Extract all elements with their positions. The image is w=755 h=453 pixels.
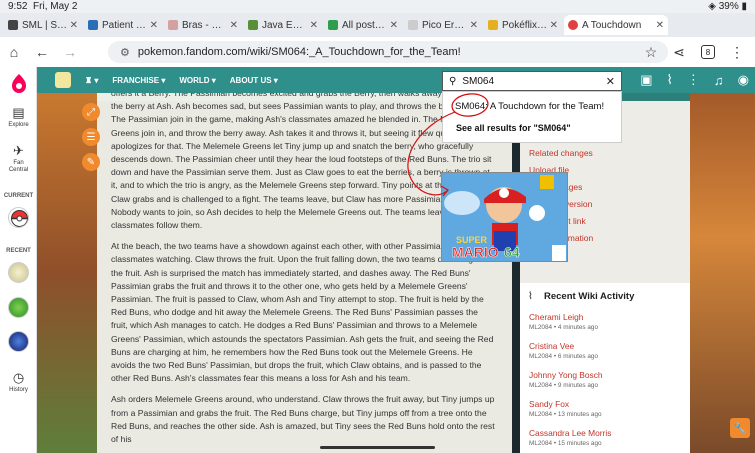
svg-text:MARIO: MARIO <box>452 244 499 260</box>
search-icon: ⚲ <box>449 75 457 87</box>
battery-level: ◈ 39% ▮ <box>708 1 747 12</box>
header-actions: ▣ ⌇ ⋮ ♫ ◉ <box>626 67 749 93</box>
status-time: 9:52 Fri, May 2 <box>8 1 78 12</box>
bookmark-icon[interactable]: ☆ <box>637 44 665 61</box>
recent-section-label: RECENT <box>6 248 31 254</box>
history-icon: ◷ <box>12 370 25 385</box>
forward-icon[interactable]: → <box>56 44 84 60</box>
activity-entry[interactable]: Cristina Vee ML2084 • 6 minutes ago <box>529 341 598 360</box>
search-input[interactable]: SM064 <box>462 76 494 87</box>
activity-entry[interactable]: Cherami Leigh ML2084 • 4 minutes ago <box>529 312 598 331</box>
wiki-header: ♜ ▾ FRANCHISE ▾ WORLD ▾ ABOUT US ▾ ▣ ⌇ ⋮… <box>37 67 755 93</box>
wiki-nav: ♜ ▾ FRANCHISE ▾ WORLD ▾ ABOUT US ▾ <box>85 67 292 93</box>
fandom-logo-icon[interactable] <box>10 73 28 93</box>
favicon-icon <box>408 20 418 30</box>
address-bar[interactable]: ⚙ pokemon.fandom.com/wiki/SM064:_A_Touch… <box>108 41 668 63</box>
nav-about[interactable]: ABOUT US ▾ <box>230 76 278 85</box>
notifications-icon[interactable]: ♫ <box>714 73 724 88</box>
browser-tab[interactable]: Pokéflix - Wa✕ <box>484 15 562 35</box>
browser-tab[interactable]: Bras - Comfy✕ <box>164 15 242 35</box>
related-changes-link[interactable]: Related changes <box>529 148 593 158</box>
activity-icon: ⌇ <box>528 291 533 302</box>
current-section-label: CURRENT <box>3 193 34 199</box>
close-icon[interactable]: ✕ <box>150 20 158 31</box>
recent-activity-panel: ⌇ Recent Wiki Activity Cherami Leigh ML20… <box>520 283 690 453</box>
share-icon[interactable]: ⋖ <box>665 44 693 61</box>
close-icon[interactable]: ✕ <box>310 20 318 31</box>
user-avatar-icon[interactable]: ◉ <box>738 72 749 88</box>
nav-franchise[interactable]: FRANCHISE ▾ <box>112 76 165 85</box>
explore-nav[interactable]: ▤ Explore <box>0 105 37 128</box>
favicon-icon <box>8 20 18 30</box>
edit-icon[interactable]: ✎ <box>82 153 100 171</box>
favicon-icon <box>328 20 338 30</box>
back-icon[interactable]: ← <box>28 44 56 60</box>
close-icon[interactable]: ✕ <box>470 20 478 31</box>
browser-tab[interactable]: SML | SML W✕ <box>4 15 82 35</box>
recent-wiki-icon[interactable] <box>8 262 29 283</box>
tab-count-button[interactable]: 8 <box>701 45 715 59</box>
activity-entry[interactable]: Sandy Fox ML2084 • 13 minutes ago <box>529 399 602 418</box>
toc-icon[interactable]: ☰ <box>82 128 100 146</box>
background-art <box>690 93 755 453</box>
more-icon[interactable]: ⋮ <box>687 72 700 88</box>
browser-tab[interactable]: Pico Erect BF✕ <box>404 15 482 35</box>
discussions-icon[interactable]: ▣ <box>640 72 652 88</box>
activity-entry[interactable]: Johnny Yong Bosch ML2084 • 9 minutes ago <box>529 370 603 389</box>
close-icon[interactable]: ✕ <box>230 20 238 31</box>
explore-icon: ▤ <box>12 105 25 120</box>
wiki-logo-icon[interactable] <box>55 72 71 88</box>
activity-icon[interactable]: ⌇ <box>667 72 673 88</box>
nav-world[interactable]: WORLD ▾ <box>179 76 215 85</box>
home-icon[interactable]: ⌂ <box>0 44 28 60</box>
favicon-icon <box>248 20 258 30</box>
recent-activity-title: Recent Wiki Activity <box>544 291 635 302</box>
browser-tab[interactable]: Java Edition✕ <box>244 15 322 35</box>
close-icon[interactable]: ✕ <box>550 20 558 31</box>
close-icon[interactable]: ✕ <box>390 20 398 31</box>
favicon-icon <box>88 20 98 30</box>
article-body: offers it a Berry. The Passimian becomes… <box>97 93 512 453</box>
recent-wiki-icon[interactable] <box>8 331 29 352</box>
status-bar: 9:52 Fri, May 2 ◈ 39% ▮ <box>0 0 755 13</box>
gesture-bar <box>320 446 435 449</box>
fan-central-icon: ✈ <box>13 143 24 158</box>
svg-text:64: 64 <box>504 244 520 260</box>
clear-search-icon[interactable]: ✕ <box>606 75 615 88</box>
article-paragraph: offers it a Berry. The Passimian becomes… <box>111 93 492 231</box>
nav-home-icon[interactable]: ♜ ▾ <box>85 76 98 85</box>
favicon-icon <box>488 20 498 30</box>
browser-tab[interactable]: All posts by N✕ <box>324 15 402 35</box>
article-paragraph: Ash orders Melemele Greens around, who u… <box>111 394 495 445</box>
wrench-icon[interactable]: 🔧 <box>730 418 750 438</box>
suggestion-item[interactable]: SM064: A Touchdown for the Team! <box>455 101 604 112</box>
url-text: pokemon.fandom.com/wiki/SM064:_A_Touchdo… <box>137 46 461 58</box>
activity-entry[interactable]: Cassandra Lee Morris ML2084 • 15 minutes … <box>529 428 611 447</box>
history-nav[interactable]: ◷ History <box>0 370 37 393</box>
see-all-results-link[interactable]: See all results for "SM064" <box>456 123 571 133</box>
current-wiki-pokeball-icon[interactable] <box>8 207 29 228</box>
browser-tab-active[interactable]: A Touchdown ✕ <box>564 15 668 35</box>
recent-wiki-icon[interactable] <box>8 297 29 318</box>
browser-toolbar: ⌂ ← → ⚙ pokemon.fandom.com/wiki/SM064:_A… <box>0 37 755 67</box>
close-icon[interactable]: ✕ <box>656 20 664 31</box>
favicon-icon <box>568 20 578 30</box>
wiki-search-box[interactable]: ⚲ SM064 ✕ <box>442 71 622 91</box>
browser-tab[interactable]: Patient Portal✕ <box>84 15 162 35</box>
article-paragraph: At the beach, the two teams have a showd… <box>111 241 494 384</box>
site-info-icon[interactable]: ⚙ <box>120 46 130 59</box>
search-suggestions: SM064: A Touchdown for the Team! See all… <box>442 91 622 143</box>
fan-central-nav[interactable]: ✈ Fan Central <box>0 143 37 174</box>
super-mario-64-cartridge-image: SUPER MARIO 64 <box>441 172 568 262</box>
expand-icon[interactable]: ⤢ <box>82 103 100 121</box>
fandom-rail: ▤ Explore ✈ Fan Central CURRENT RECENT ◷ Hi… <box>0 67 37 453</box>
menu-icon[interactable]: ⋮ <box>723 44 751 61</box>
tab-strip: SML | SML W✕ Patient Portal✕ Bras - Comf… <box>0 13 755 37</box>
close-icon[interactable]: ✕ <box>70 20 78 31</box>
background-art <box>37 93 97 453</box>
favicon-icon <box>168 20 178 30</box>
